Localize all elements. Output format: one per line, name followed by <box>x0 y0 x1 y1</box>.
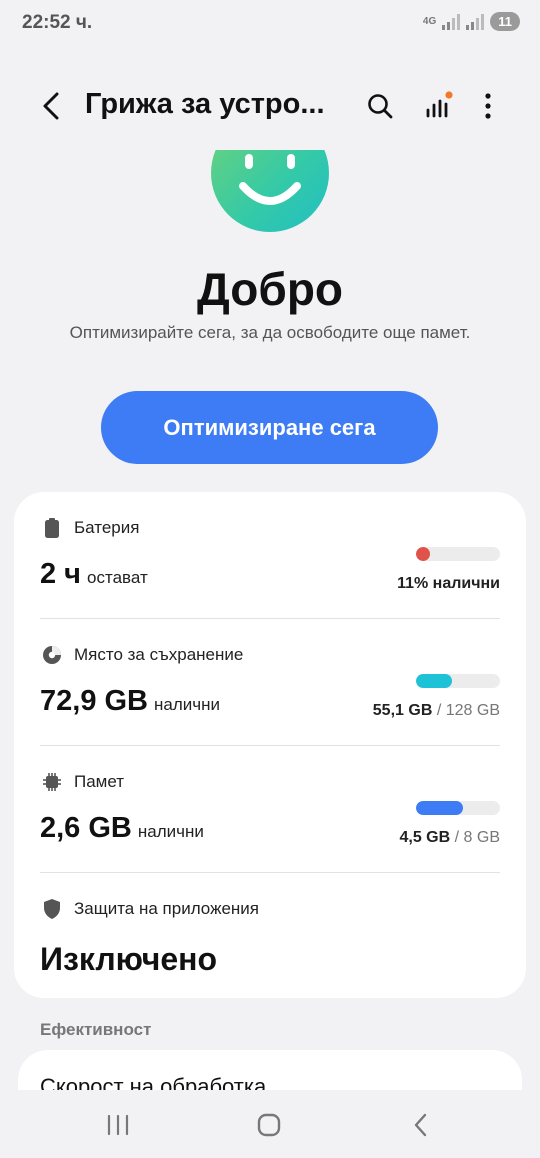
search-icon <box>368 94 393 119</box>
stats-icon <box>426 91 453 118</box>
storage-row[interactable]: Място за съхранение 72,9 GB налични 55,1… <box>14 619 526 746</box>
memory-usage-bar <box>416 801 500 815</box>
memory-value: 2,6 GB <box>40 812 132 844</box>
memory-row[interactable]: Памет 2,6 GB налични 4,5 GB / 8 GB <box>14 746 526 873</box>
more-icon <box>485 93 491 119</box>
battery-icon <box>42 518 62 538</box>
battery-level-dot <box>416 547 430 561</box>
app-protection-value: Изключено <box>40 941 217 977</box>
storage-stat: 55,1 GB / 128 GB <box>372 702 500 719</box>
back-button[interactable] <box>34 88 68 124</box>
back-icon <box>43 92 59 120</box>
memory-usage-fill <box>416 801 464 815</box>
memory-stat: 4,5 GB / 8 GB <box>399 829 500 846</box>
battery-level: 11 <box>490 12 520 31</box>
memory-chip-icon <box>42 772 62 792</box>
battery-value: 2 ч <box>40 558 82 590</box>
efficiency-section-label: Ефективност <box>40 1020 152 1039</box>
status-bar: 22:52 ч. 4G 11 <box>0 0 540 48</box>
signal-icon <box>442 13 461 30</box>
storage-unit: налични <box>154 695 220 714</box>
recents-icon <box>107 1114 129 1136</box>
network-type: 4G <box>422 15 437 27</box>
status-indicators: 4G 11 <box>423 12 520 31</box>
back-nav-icon <box>414 1113 427 1137</box>
more-options-button[interactable] <box>470 88 506 124</box>
app-protection-label: Защита на приложения <box>74 899 259 918</box>
app-bar: Грижа за устро... <box>0 74 540 138</box>
nav-back-button[interactable] <box>400 1108 440 1142</box>
memory-label: Памет <box>74 772 125 791</box>
battery-unit: остават <box>87 568 148 587</box>
status-time: 22:52 ч. <box>22 12 93 33</box>
memory-unit: налични <box>137 822 204 841</box>
stats-button[interactable] <box>420 88 456 124</box>
optimize-now-button[interactable]: Оптимизиране сега <box>101 391 438 464</box>
battery-row[interactable]: Батерия 2 ч остават 11% налични <box>14 492 526 619</box>
storage-usage-fill <box>416 674 453 688</box>
device-status: Добро <box>196 263 344 315</box>
home-icon <box>257 1113 281 1137</box>
navigation-bar <box>0 1090 540 1158</box>
battery-label: Батерия <box>74 518 140 537</box>
storage-pie-icon <box>42 645 62 665</box>
page-title: Грижа за устро... <box>85 88 325 120</box>
battery-stat: 11% налични <box>397 575 500 592</box>
storage-label: Място за съхранение <box>74 645 244 664</box>
status-smiley-icon <box>211 150 329 232</box>
status-description: Оптимизирайте сега, за да освободите още… <box>69 323 471 342</box>
storage-value: 72,9 GB <box>40 685 148 717</box>
notification-dot <box>445 91 453 99</box>
storage-usage-bar <box>416 674 500 688</box>
device-care-card: Батерия 2 ч остават 11% налични Място за… <box>14 492 526 998</box>
search-button[interactable] <box>362 88 398 124</box>
shield-icon <box>42 899 62 919</box>
home-button[interactable] <box>249 1108 289 1142</box>
recents-button[interactable] <box>98 1108 138 1142</box>
battery-level-bar <box>416 547 500 561</box>
signal-icon-2 <box>466 13 485 30</box>
app-protection-row[interactable]: Защита на приложения Изключено <box>14 873 526 1000</box>
processing-speed-item[interactable]: Скорост на обработка <box>40 1074 266 1090</box>
efficiency-card[interactable]: Скорост на обработка <box>18 1050 522 1090</box>
